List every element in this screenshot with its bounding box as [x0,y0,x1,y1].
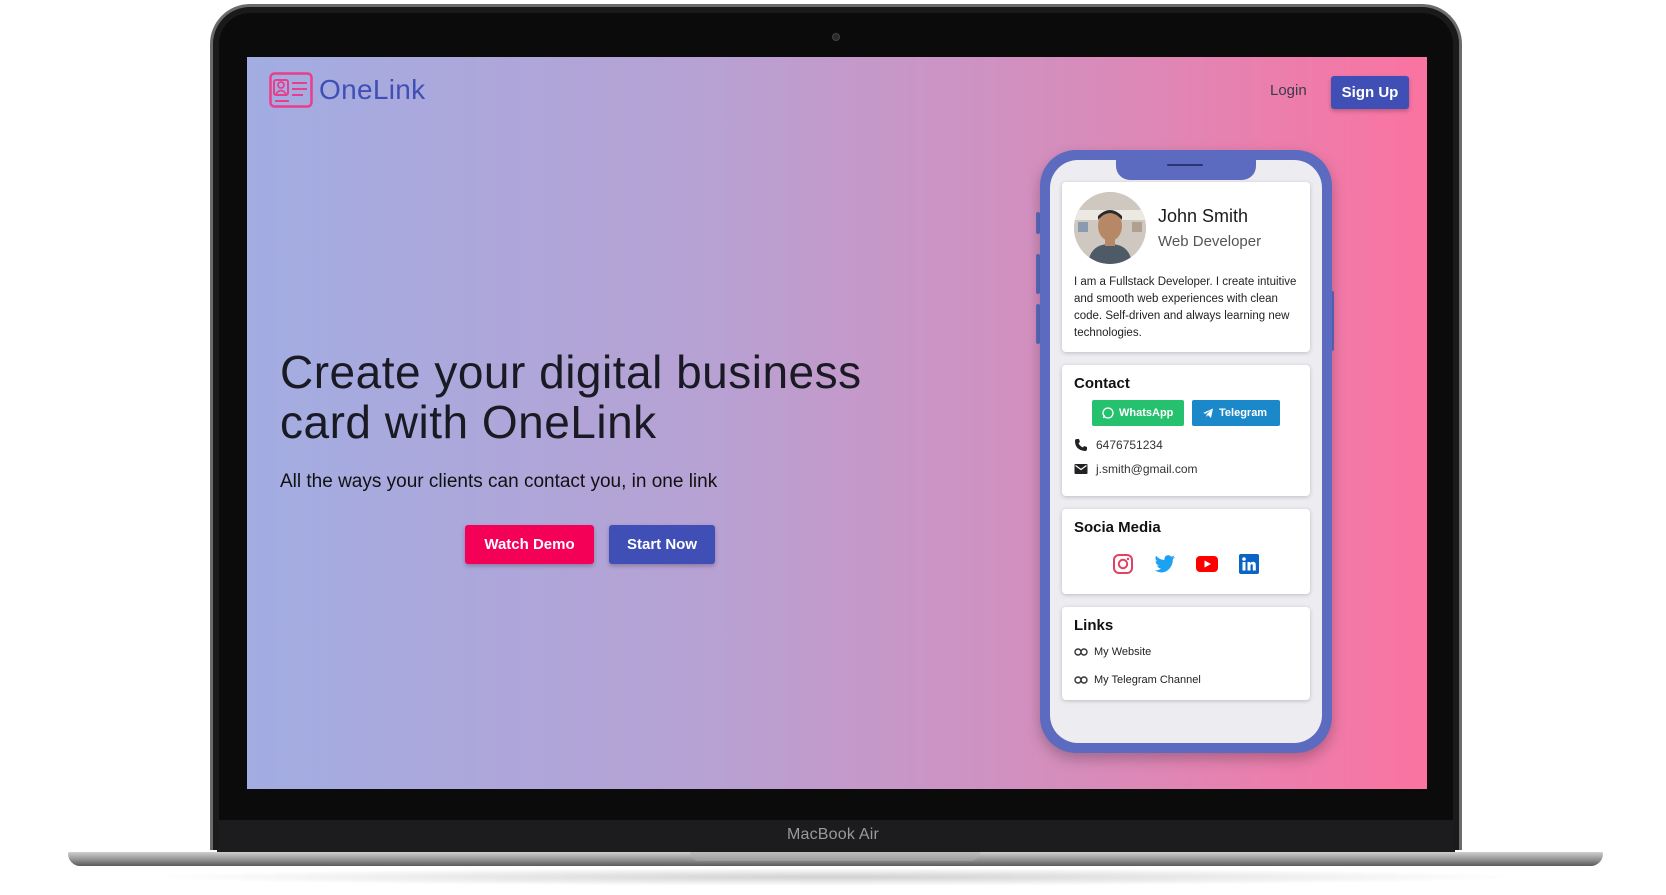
whatsapp-label: WhatsApp [1119,407,1174,419]
whatsapp-button[interactable]: WhatsApp [1092,400,1184,426]
link-label: My Website [1094,646,1152,658]
phone-notch [1116,160,1256,180]
hero-title: Create your digital business card with O… [280,346,862,448]
social-card: Socia Media [1062,509,1310,594]
phone-screen: John Smith Web Developer I am a Fullstac… [1050,160,1322,743]
twitter-icon[interactable] [1153,552,1177,576]
logo-text: OneLink [319,74,426,105]
phone-mockup: John Smith Web Developer I am a Fullstac… [1040,150,1332,753]
profile-card: John Smith Web Developer I am a Fullstac… [1062,182,1310,352]
youtube-icon[interactable] [1195,552,1219,576]
id-card-icon [269,72,313,108]
app-screen: OneLink Login Sign Up Create your digita… [247,57,1427,789]
login-link[interactable]: Login [1270,82,1307,99]
avatar [1074,192,1146,264]
social-heading: Socia Media [1074,519,1161,536]
instagram-icon[interactable] [1111,552,1135,576]
telegram-label: Telegram [1219,407,1268,419]
phone-icon [1075,439,1087,451]
link-item-website[interactable]: My Website [1074,646,1298,658]
contact-card: Contact WhatsApp Telegram 6476751234 j.s… [1062,365,1310,496]
laptop-shadow [140,868,1530,886]
device-label: MacBook Air [786,826,879,843]
telegram-icon [1203,408,1213,418]
link-icon [1074,648,1088,656]
links-heading: Links [1074,617,1114,634]
start-now-button[interactable]: Start Now [609,525,715,564]
logo[interactable]: OneLink [269,72,425,108]
phone-speaker [1167,164,1203,166]
sign-up-button[interactable]: Sign Up [1331,76,1409,109]
link-label: My Telegram Channel [1094,674,1201,686]
person-avatar-icon [1074,192,1146,264]
links-card: Links My Website My Telegram Channel [1062,607,1310,700]
email-row[interactable]: j.smith@gmail.com [1074,462,1298,476]
email-address: j.smith@gmail.com [1096,462,1198,476]
phone-row[interactable]: 6476751234 [1074,438,1298,452]
linkedin-icon[interactable] [1237,552,1261,576]
laptop-base-notch [690,852,980,861]
hero-subtitle: All the ways your clients can contact yo… [280,471,718,492]
profile-role: Web Developer [1158,233,1262,250]
whatsapp-icon [1102,407,1114,419]
email-icon [1074,464,1088,474]
link-icon [1074,676,1088,684]
watch-demo-button[interactable]: Watch Demo [465,525,594,564]
camera-icon [832,33,840,41]
link-item-telegram-channel[interactable]: My Telegram Channel [1074,674,1298,686]
phone-number: 6476751234 [1096,438,1163,452]
telegram-button[interactable]: Telegram [1192,400,1280,426]
profile-bio: I am a Fullstack Developer. I create int… [1074,276,1297,339]
profile-name: John Smith [1158,206,1249,226]
contact-heading: Contact [1074,375,1130,392]
